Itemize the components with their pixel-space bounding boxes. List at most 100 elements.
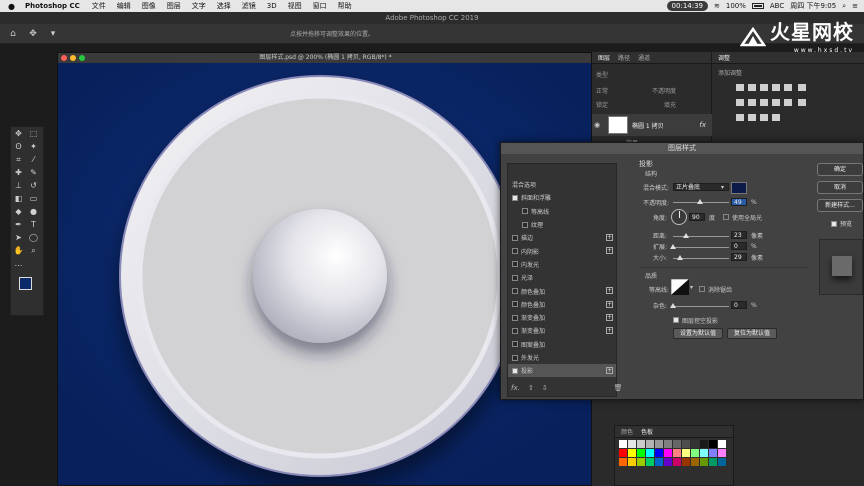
distance-slider-knob[interactable] (682, 233, 689, 238)
style-checkbox[interactable] (512, 274, 518, 281)
add-effect-icon[interactable]: + (606, 300, 613, 308)
style-item[interactable]: 光泽 (508, 271, 616, 284)
style-item[interactable]: 等高线 (508, 205, 616, 218)
style-item[interactable]: 渐变叠加 + (508, 311, 616, 324)
style-checkbox[interactable] (512, 367, 518, 374)
size-input[interactable]: 29 (731, 253, 747, 261)
color-swatch[interactable] (655, 449, 663, 457)
close-window-icon[interactable] (61, 55, 67, 61)
style-item[interactable]: 渐变叠加 + (508, 324, 616, 337)
color-swatch[interactable] (709, 449, 717, 457)
levels-icon[interactable] (748, 84, 756, 91)
color-swatch[interactable] (691, 449, 699, 457)
spread-input[interactable]: 0 (731, 242, 747, 250)
color-swatch[interactable] (718, 440, 726, 448)
size-slider-knob[interactable] (676, 255, 683, 260)
lasso-tool-icon[interactable]: ʘ (11, 140, 26, 153)
eyedropper-icon[interactable]: ⁄ (26, 153, 41, 166)
style-item[interactable]: 内阴影 + (508, 244, 616, 257)
style-item[interactable]: 斜面和浮雕 (508, 191, 616, 204)
tab-channels[interactable]: 通道 (638, 53, 650, 62)
menu-view[interactable]: 视图 (288, 1, 302, 11)
color-swatch[interactable] (628, 449, 636, 457)
shadow-color-swatch[interactable] (731, 182, 747, 194)
stamp-tool-icon[interactable]: ⊥ (11, 179, 26, 192)
hue-sat-icon[interactable] (798, 84, 807, 91)
blend-mode-select[interactable]: 正片叠底 ▾ (673, 182, 729, 192)
chevron-down-icon[interactable]: ▾ (690, 284, 693, 291)
style-item[interactable]: 图案叠加 (508, 338, 616, 351)
opacity-slider-knob[interactable] (697, 199, 704, 204)
cancel-button[interactable]: 取消 (817, 181, 863, 194)
color-swatch[interactable] (700, 449, 708, 457)
move-tool-icon[interactable]: ✥ (26, 29, 40, 39)
magic-wand-icon[interactable]: ✦ (26, 140, 41, 153)
color-balance-icon[interactable] (736, 99, 744, 106)
menu-help[interactable]: 帮助 (338, 1, 352, 11)
brush-tool-icon[interactable]: ✎ (26, 166, 41, 179)
color-swatch[interactable] (709, 440, 717, 448)
color-swatch[interactable] (682, 440, 690, 448)
style-item[interactable]: 纹理 (508, 218, 616, 231)
style-item[interactable]: 颜色叠加 + (508, 284, 616, 297)
photo-filter-icon[interactable] (760, 99, 768, 106)
menu-file[interactable]: 文件 (92, 1, 106, 11)
gradient-map-icon[interactable] (760, 114, 768, 121)
style-checkbox[interactable] (512, 301, 518, 308)
menu-edit[interactable]: 编辑 (117, 1, 131, 11)
color-swatch[interactable] (619, 458, 627, 466)
invert-icon[interactable] (798, 99, 807, 106)
color-swatch[interactable] (628, 458, 636, 466)
style-item[interactable]: 外发光 (508, 351, 616, 364)
zoom-tool-icon[interactable]: ⌕ (26, 244, 41, 257)
move-tool-icon[interactable]: ✥ (11, 127, 26, 140)
global-light-checkbox[interactable] (723, 214, 729, 220)
eye-icon[interactable]: ◉ (594, 121, 604, 129)
selective-color-icon[interactable] (772, 114, 780, 121)
make-default-button[interactable]: 设置为默认值 (673, 328, 723, 339)
color-swatch[interactable] (673, 440, 681, 448)
antialias-checkbox[interactable] (699, 286, 705, 292)
ok-button[interactable]: 确定 (817, 163, 863, 176)
reset-default-button[interactable]: 复位为默认值 (727, 328, 777, 339)
healing-brush-icon[interactable]: ✚ (11, 166, 26, 179)
marquee-tool-icon[interactable]: ⬚ (26, 127, 41, 140)
color-swatch[interactable] (673, 449, 681, 457)
color-swatch[interactable] (664, 449, 672, 457)
menu-layer[interactable]: 图层 (167, 1, 181, 11)
noise-slider-knob[interactable] (670, 303, 676, 308)
posterize-icon[interactable] (736, 114, 744, 121)
add-effect-icon[interactable]: + (606, 287, 613, 295)
minimize-window-icon[interactable] (70, 55, 76, 61)
color-swatch[interactable] (619, 440, 627, 448)
color-swatch[interactable] (700, 440, 708, 448)
color-swatch[interactable] (691, 440, 699, 448)
document-tab[interactable]: 图层样式.psd @ 200% (椭圆 1 拷贝, RGB/8*) * (58, 53, 591, 63)
menu-type[interactable]: 文字 (192, 1, 206, 11)
color-swatch[interactable] (655, 440, 663, 448)
tab-swatches[interactable]: 色板 (641, 427, 653, 436)
knockout-checkbox[interactable] (673, 317, 679, 323)
tab-layers[interactable]: 图层 (598, 53, 610, 62)
style-checkbox[interactable] (512, 314, 518, 321)
style-item[interactable]: 投影 + (508, 364, 616, 378)
opacity-input[interactable]: 49 (731, 198, 747, 206)
style-item[interactable]: 内发光 (508, 258, 616, 271)
color-swatch[interactable] (619, 449, 627, 457)
brightness-icon[interactable] (736, 84, 744, 91)
color-swatch[interactable] (646, 458, 654, 466)
menu-window[interactable]: 窗口 (313, 1, 327, 11)
fx-menu-button[interactable]: fx. (511, 384, 520, 392)
history-brush-icon[interactable]: ↺ (26, 179, 41, 192)
move-down-icon[interactable]: ⇩ (542, 384, 548, 392)
vibrance-icon[interactable] (784, 84, 792, 91)
wifi-icon[interactable]: ≋ (714, 2, 720, 10)
contour-picker[interactable] (671, 279, 689, 295)
menu-select[interactable]: 选择 (217, 1, 231, 11)
blend-mode-select[interactable]: 正常 (596, 86, 608, 95)
color-swatch[interactable] (682, 449, 690, 457)
style-item[interactable]: 颜色叠加 + (508, 298, 616, 311)
style-checkbox[interactable] (512, 234, 518, 241)
add-effect-icon[interactable]: + (606, 367, 613, 375)
color-swatch[interactable] (664, 440, 672, 448)
